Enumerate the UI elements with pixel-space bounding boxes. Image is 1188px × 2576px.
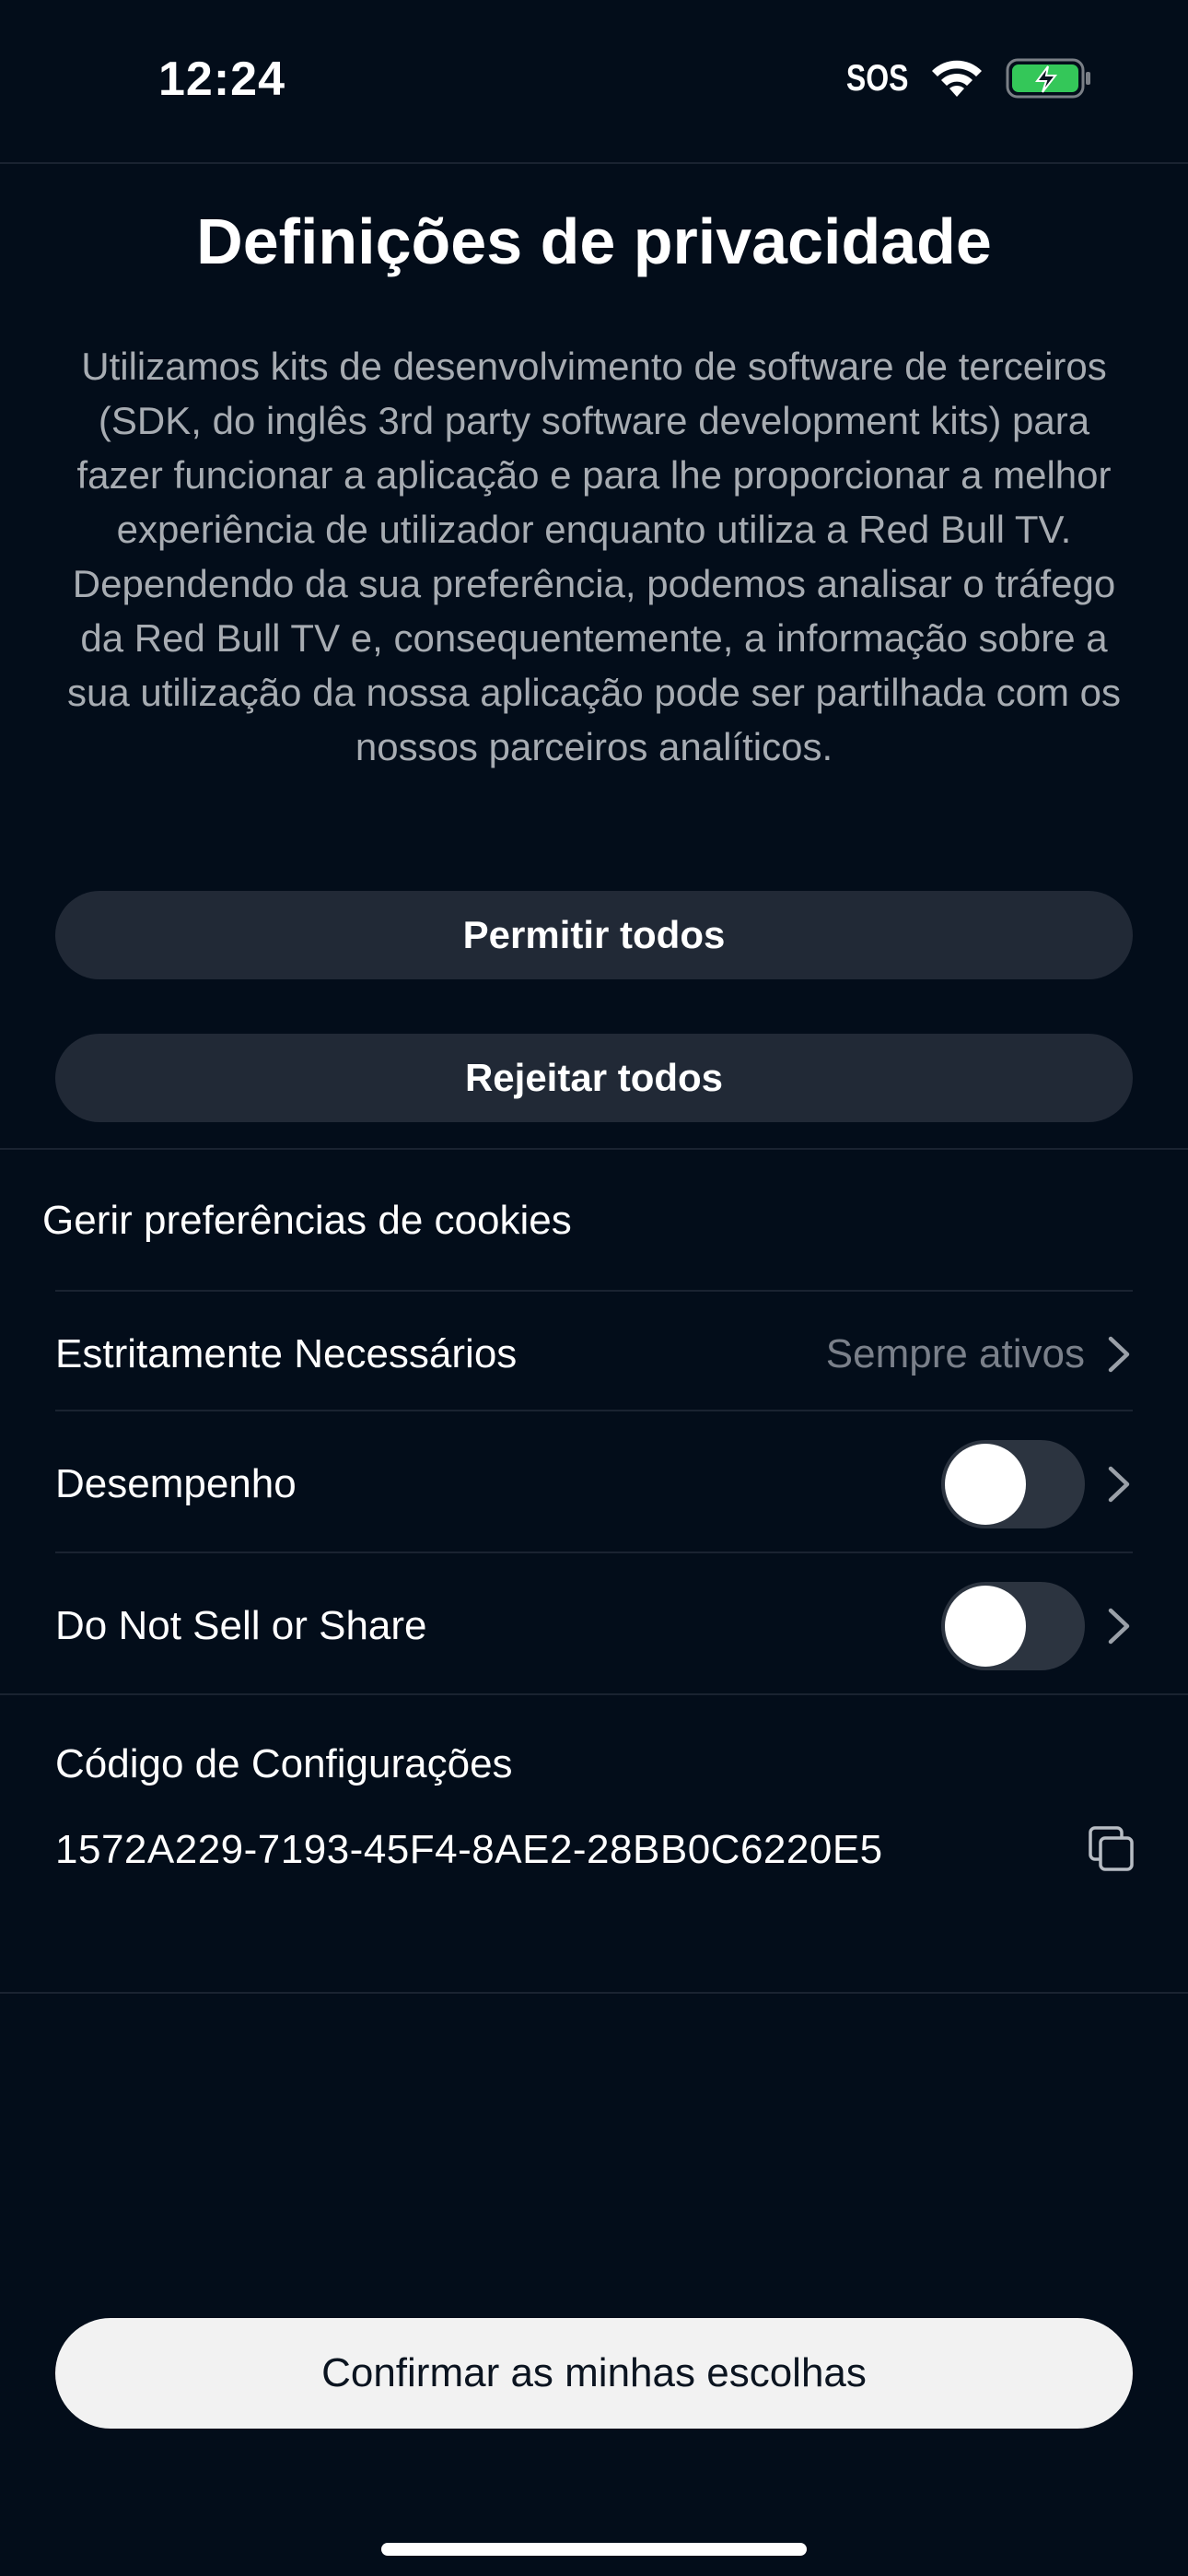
battery-charging-icon — [1006, 58, 1090, 99]
row-divider — [55, 1551, 1133, 1553]
chevron-right-icon[interactable] — [1105, 1333, 1133, 1376]
wifi-icon — [932, 60, 982, 97]
always-active-status: Sempre ativos — [825, 1331, 1085, 1376]
row-divider — [55, 1410, 1133, 1411]
status-indicators: SOS — [831, 57, 1092, 100]
confirm-choices-button[interactable]: Confirmar as minhas escolhas — [55, 2318, 1133, 2429]
sos-indicator: SOS — [845, 57, 908, 99]
row-controls: Sempre ativos — [826, 1331, 1133, 1377]
cookie-row-strictly-necessary[interactable]: Estritamente Necessários Sempre ativos — [55, 1294, 1133, 1414]
chevron-right-icon[interactable] — [1105, 1463, 1133, 1505]
config-code-value: 1572A229-7193-45F4-8AE2-28BB0C6220E5 — [55, 1827, 883, 1872]
allow-all-button[interactable]: Permitir todos — [55, 891, 1133, 979]
performance-toggle[interactable] — [941, 1440, 1085, 1528]
row-controls — [941, 1582, 1133, 1670]
status-time: 12:24 — [158, 53, 285, 106]
section-divider — [0, 1693, 1188, 1695]
privacy-settings-screen: 12:24 SOS Definições de privacidade Util… — [0, 0, 1188, 2576]
row-label: Estritamente Necessários — [55, 1331, 518, 1376]
row-controls — [941, 1440, 1133, 1528]
privacy-description: Utilizamos kits de desenvolvimento de so… — [66, 345, 1122, 768]
home-indicator — [381, 2543, 807, 2556]
chevron-right-icon[interactable] — [1105, 1605, 1133, 1647]
config-code-label: Código de Configurações — [55, 1741, 513, 1786]
section-divider — [0, 1992, 1188, 1994]
cookie-row-performance[interactable]: Desempenho — [55, 1424, 1133, 1544]
cookie-row-do-not-sell[interactable]: Do Not Sell or Share — [55, 1566, 1133, 1686]
header-divider — [0, 162, 1188, 164]
section-divider — [0, 1148, 1188, 1150]
page-title: Definições de privacidade — [196, 205, 992, 277]
row-label: Desempenho — [55, 1461, 297, 1506]
row-divider — [55, 1290, 1133, 1292]
cookie-preferences-header: Gerir preferências de cookies — [42, 1198, 572, 1243]
copy-icon[interactable] — [1087, 1824, 1136, 1874]
reject-all-button[interactable]: Rejeitar todos — [55, 1034, 1133, 1122]
do-not-sell-toggle[interactable] — [941, 1582, 1085, 1670]
toggle-knob — [945, 1444, 1026, 1525]
status-bar: 12:24 SOS — [0, 0, 1188, 162]
row-label: Do Not Sell or Share — [55, 1603, 427, 1648]
toggle-knob — [945, 1586, 1026, 1667]
